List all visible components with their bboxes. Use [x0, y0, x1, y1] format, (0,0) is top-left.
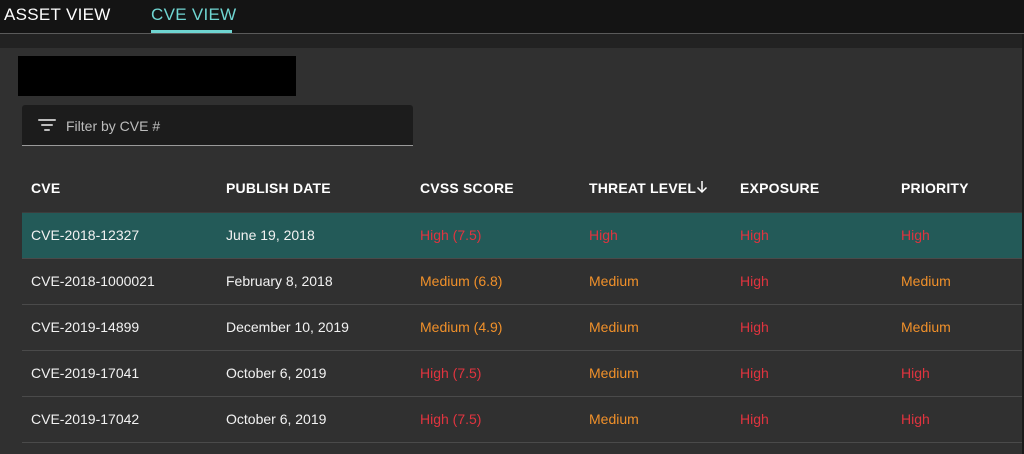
cell-publish-date: June 19, 2018 [226, 227, 315, 243]
cell-priority: High [901, 227, 930, 243]
cell-cvss-score: Medium (6.8) [420, 273, 503, 289]
cell-threat-level: Medium [589, 411, 639, 427]
column-header-threat-level[interactable]: THREAT LEVEL [589, 180, 696, 196]
cell-exposure: High [740, 411, 769, 427]
table-row[interactable]: CVE-2019-17042 October 6, 2019 High (7.5… [22, 397, 1022, 443]
filter-cve-input[interactable] [66, 115, 396, 137]
cell-priority: High [901, 411, 930, 427]
table-row[interactable]: CVE-2019-14899 December 10, 2019 Medium … [22, 305, 1022, 351]
cell-publish-date: December 10, 2019 [226, 319, 349, 335]
cell-threat-level: Medium [589, 319, 639, 335]
cell-cvss-score: High (7.5) [420, 227, 482, 243]
cve-table: CVE PUBLISH DATE CVSS SCORE THREAT LEVEL… [22, 166, 1022, 443]
cell-exposure: High [740, 319, 769, 335]
cell-exposure: High [740, 273, 769, 289]
arrow-down-icon[interactable] [696, 180, 708, 194]
tab-cve-view[interactable]: CVE VIEW [151, 5, 237, 25]
table-row[interactable]: CVE-2018-12327 June 19, 2018 High (7.5) … [22, 213, 1022, 259]
cell-cvss-score: Medium (4.9) [420, 319, 503, 335]
cell-publish-date: February 8, 2018 [226, 273, 333, 289]
table-header: CVE PUBLISH DATE CVSS SCORE THREAT LEVEL… [22, 166, 1022, 213]
column-header-publish-date[interactable]: PUBLISH DATE [226, 180, 331, 196]
cell-threat-level: Medium [589, 273, 639, 289]
tab-asset-view[interactable]: ASSET VIEW [4, 5, 111, 25]
cell-cve: CVE-2019-17042 [31, 411, 140, 427]
cell-threat-level: Medium [589, 365, 639, 381]
cell-publish-date: October 6, 2019 [226, 411, 327, 427]
active-tab-indicator [151, 30, 232, 33]
table-row[interactable]: CVE-2019-17041 October 6, 2019 High (7.5… [22, 351, 1022, 397]
column-header-cvss-score[interactable]: CVSS SCORE [420, 180, 514, 196]
table-row[interactable]: CVE-2018-1000021 February 8, 2018 Medium… [22, 259, 1022, 305]
cell-cve: CVE-2019-17041 [31, 365, 140, 381]
cell-priority: Medium [901, 273, 951, 289]
cell-priority: Medium [901, 319, 951, 335]
column-header-exposure[interactable]: EXPOSURE [740, 180, 819, 196]
filter-field[interactable] [22, 105, 413, 146]
redacted-title-block [18, 56, 296, 96]
top-tab-bar: ASSET VIEW CVE VIEW [0, 0, 1024, 34]
cell-cve: CVE-2019-14899 [31, 319, 140, 335]
cell-exposure: High [740, 365, 769, 381]
cell-publish-date: October 6, 2019 [226, 365, 327, 381]
cell-cve: CVE-2018-12327 [31, 227, 140, 243]
cell-threat-level: High [589, 227, 618, 243]
cell-cvss-score: High (7.5) [420, 365, 482, 381]
cell-cve: CVE-2018-1000021 [31, 273, 155, 289]
cell-priority: High [901, 365, 930, 381]
cell-exposure: High [740, 227, 769, 243]
header-gap [0, 34, 1024, 48]
cell-cvss-score: High (7.5) [420, 411, 482, 427]
column-header-cve[interactable]: CVE [31, 180, 60, 196]
column-header-priority[interactable]: PRIORITY [901, 180, 969, 196]
filter-list-icon [38, 119, 56, 132]
